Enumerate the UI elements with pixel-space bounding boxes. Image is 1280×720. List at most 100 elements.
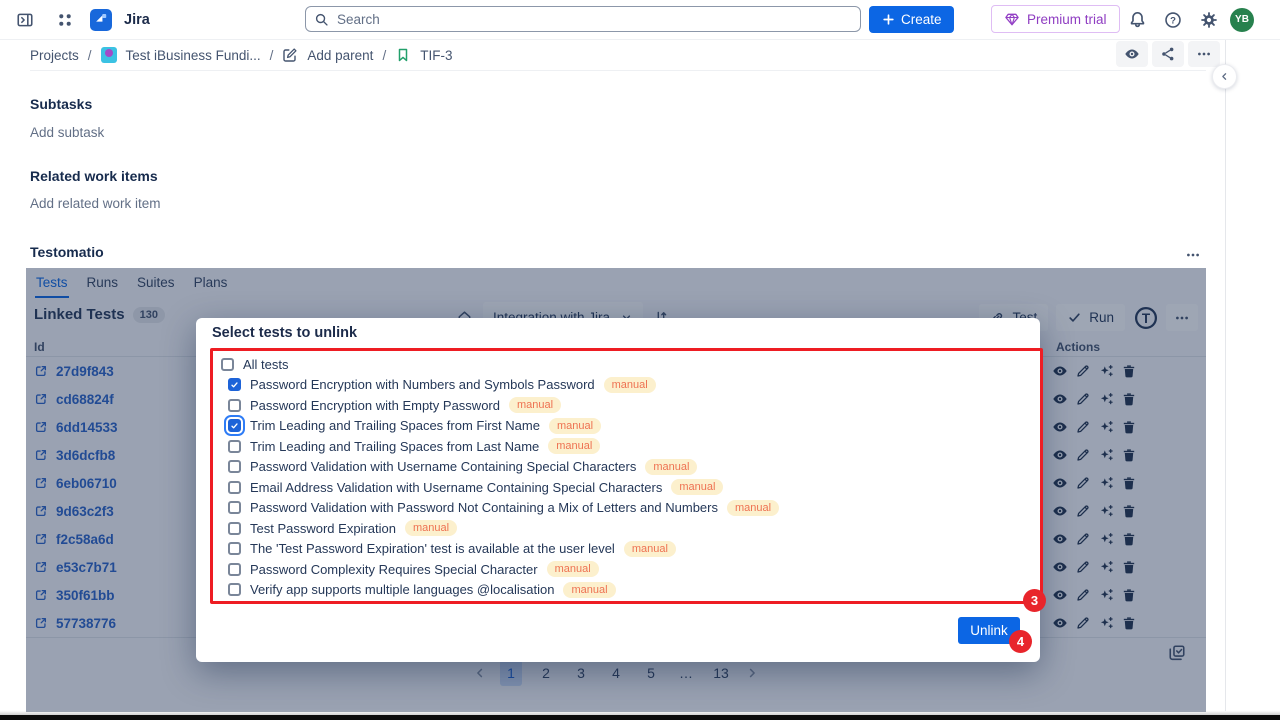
check-icon xyxy=(230,379,239,391)
test-checkbox-row[interactable]: Password Complexity Requires Special Cha… xyxy=(221,559,1040,580)
checkbox-label: Trim Leading and Trailing Spaces from La… xyxy=(250,439,539,454)
checkbox-label: Trim Leading and Trailing Spaces from Fi… xyxy=(250,418,540,433)
checkbox-label: Password Validation with Username Contai… xyxy=(250,459,636,474)
app-switcher-button[interactable] xyxy=(50,5,80,35)
test-checkbox-row[interactable]: The 'Test Password Expiration' test is a… xyxy=(221,539,1040,560)
gem-icon xyxy=(1004,11,1020,27)
manual-badge: manual xyxy=(671,479,723,495)
gear-icon xyxy=(1200,11,1218,29)
manual-badge: manual xyxy=(547,561,599,577)
test-checkbox-row[interactable]: Email Address Validation with Username C… xyxy=(221,477,1040,498)
edit-icon xyxy=(282,47,298,63)
checkbox-unchecked[interactable] xyxy=(228,460,241,473)
testomatio-heading: Testomatio xyxy=(30,244,104,260)
eye-icon xyxy=(1124,46,1140,62)
breadcrumb-separator: / xyxy=(270,48,274,63)
all-tests-checkbox-row[interactable]: All tests xyxy=(221,354,1040,375)
breadcrumb-projects-link[interactable]: Projects xyxy=(30,48,79,63)
app-name: Jira xyxy=(124,12,150,28)
sidebar-toggle-icon xyxy=(16,11,34,29)
app-grid-icon xyxy=(56,11,74,29)
premium-trial-label: Premium trial xyxy=(1027,12,1107,27)
test-checkbox-row[interactable]: Verify app supports multiple languages @… xyxy=(221,580,1040,601)
checkbox-checked[interactable] xyxy=(228,378,241,391)
manual-badge: manual xyxy=(509,397,561,413)
window-bottom-bar xyxy=(0,715,1280,720)
checkbox-label: All tests xyxy=(243,357,289,372)
sidebar-toggle-button[interactable] xyxy=(10,5,40,35)
issue-key-link[interactable]: TIF-3 xyxy=(420,48,452,63)
jira-logo-icon xyxy=(92,11,110,29)
chevron-left-icon xyxy=(1219,70,1230,83)
checkbox-unchecked[interactable] xyxy=(228,522,241,535)
checkbox-unchecked[interactable] xyxy=(228,542,241,555)
checkbox-label: Password Encryption with Empty Password xyxy=(250,398,500,413)
manual-badge: manual xyxy=(549,418,601,434)
more-actions-button[interactable] xyxy=(1188,41,1220,67)
plus-icon xyxy=(881,12,896,27)
check-icon xyxy=(230,420,239,432)
create-button-label: Create xyxy=(901,12,942,27)
breadcrumb: Projects / Test iBusiness Fundi... / Add… xyxy=(30,41,452,69)
checkbox-unchecked[interactable] xyxy=(221,358,234,371)
global-search[interactable] xyxy=(305,6,861,32)
jira-logo[interactable] xyxy=(90,9,112,31)
settings-button[interactable] xyxy=(1194,5,1224,35)
checkbox-unchecked[interactable] xyxy=(228,440,241,453)
manual-badge: manual xyxy=(563,582,615,598)
annotation-highlight-box: All tests Password Encryption with Numbe… xyxy=(210,348,1043,604)
checkbox-unchecked[interactable] xyxy=(228,563,241,576)
share-button[interactable] xyxy=(1152,41,1184,67)
test-checkbox-row[interactable]: Password Encryption with Numbers and Sym… xyxy=(221,375,1040,396)
project-avatar-icon xyxy=(101,47,117,63)
checkbox-unchecked[interactable] xyxy=(228,583,241,596)
checkbox-label: Verify app supports multiple languages @… xyxy=(250,582,554,597)
help-icon xyxy=(1164,11,1182,29)
checkbox-label: Password Complexity Requires Special Cha… xyxy=(250,562,538,577)
checkbox-label: Email Address Validation with Username C… xyxy=(250,480,662,495)
panel-collapse-button[interactable] xyxy=(1212,64,1237,89)
related-work-items-heading: Related work items xyxy=(30,168,158,184)
checkbox-unchecked[interactable] xyxy=(228,501,241,514)
test-checkbox-row[interactable]: Trim Leading and Trailing Spaces from Fi… xyxy=(221,416,1040,437)
checkbox-label: Password Encryption with Numbers and Sym… xyxy=(250,377,595,392)
premium-trial-button[interactable]: Premium trial xyxy=(991,5,1120,33)
modal-title: Select tests to unlink xyxy=(212,325,357,341)
checkbox-label: Password Validation with Password Not Co… xyxy=(250,500,718,515)
add-parent-button[interactable]: Add parent xyxy=(307,48,373,63)
search-input[interactable] xyxy=(335,11,852,28)
annotation-step-3: 3 xyxy=(1023,589,1046,612)
manual-badge: manual xyxy=(604,377,656,393)
subtasks-heading: Subtasks xyxy=(30,96,92,112)
checkbox-label: The 'Test Password Expiration' test is a… xyxy=(250,541,615,556)
bell-icon xyxy=(1128,10,1147,29)
avatar[interactable]: YB xyxy=(1230,8,1254,32)
bookmark-icon xyxy=(395,47,411,63)
test-checkbox-row[interactable]: Password Validation with Username Contai… xyxy=(221,457,1040,478)
more-icon xyxy=(1196,46,1212,62)
add-related-work-item-button[interactable]: Add related work item xyxy=(30,196,161,211)
help-button[interactable] xyxy=(1158,5,1188,35)
right-panel-divider xyxy=(1225,40,1226,712)
watch-button[interactable] xyxy=(1116,41,1148,67)
manual-badge: manual xyxy=(624,541,676,557)
create-button[interactable]: Create xyxy=(869,6,954,33)
test-checkbox-row[interactable]: Trim Leading and Trailing Spaces from La… xyxy=(221,436,1040,457)
test-checkbox-row[interactable]: Test Password Expiration manual xyxy=(221,518,1040,539)
manual-badge: manual xyxy=(405,520,457,536)
breadcrumb-divider xyxy=(30,70,1206,71)
annotation-step-4: 4 xyxy=(1009,630,1032,653)
testomatio-more-button[interactable] xyxy=(1178,240,1208,270)
breadcrumb-project-link[interactable]: Test iBusiness Fundi... xyxy=(126,48,261,63)
notifications-button[interactable] xyxy=(1122,5,1152,35)
test-checkbox-row[interactable]: Password Validation with Password Not Co… xyxy=(221,498,1040,519)
add-subtask-button[interactable]: Add subtask xyxy=(30,125,104,140)
checkbox-label: Test Password Expiration xyxy=(250,521,396,536)
checkbox-unchecked[interactable] xyxy=(228,481,241,494)
manual-badge: manual xyxy=(548,438,600,454)
breadcrumb-separator: / xyxy=(382,48,386,63)
checkbox-unchecked[interactable] xyxy=(228,399,241,412)
breadcrumb-separator: / xyxy=(88,48,92,63)
test-checkbox-row[interactable]: Password Encryption with Empty Password … xyxy=(221,395,1040,416)
checkbox-checked-focused[interactable] xyxy=(228,419,241,432)
